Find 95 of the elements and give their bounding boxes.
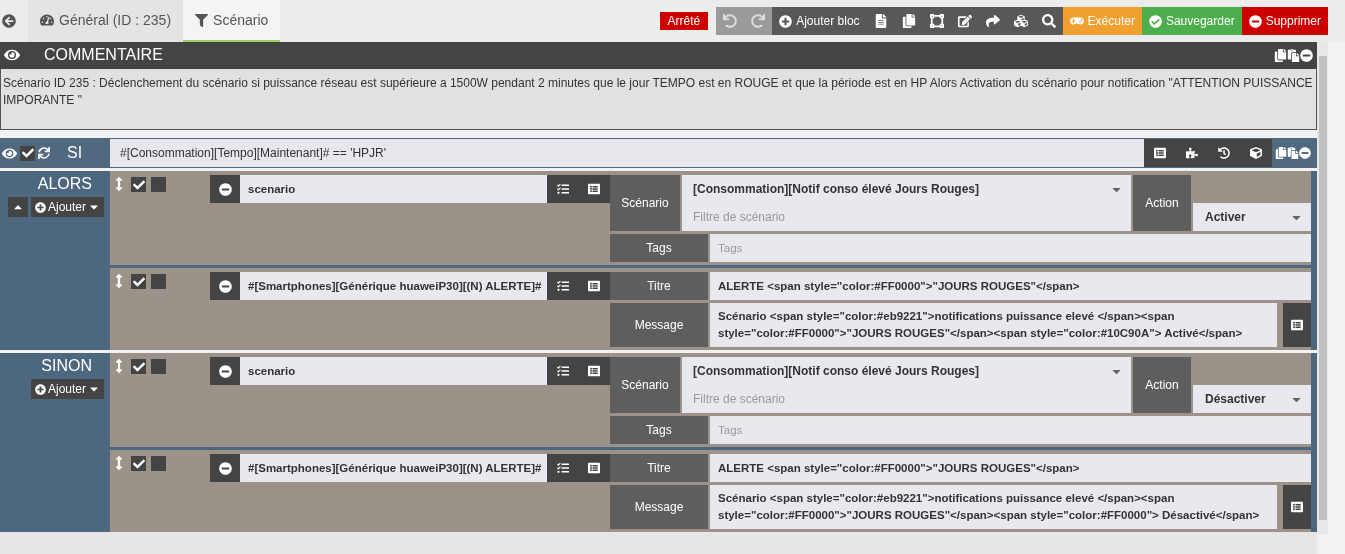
command-field[interactable]: scenario [240,357,547,386]
remove-button[interactable] [210,357,240,386]
document-icon [873,14,888,28]
checkbox[interactable] [151,274,166,290]
list-icon [1291,501,1303,514]
checkbox[interactable] [131,177,146,193]
minus-icon [1248,14,1262,28]
options-icon[interactable] [556,462,569,475]
checkbox[interactable] [20,145,35,161]
options-icon[interactable] [556,183,569,196]
condition-field[interactable]: #[Consommation][Tempo][Maintenant]# == 'HPJR' [110,139,1144,168]
add-block-button[interactable]: Ajouter bloc [772,7,867,35]
paste-icon[interactable] [1287,48,1300,62]
command-field[interactable]: #[Smartphones][Générique huaweiP30][(N) ALERTE]# [240,454,547,483]
status-badge: Arrêté [659,12,709,30]
collapse-button[interactable] [7,197,28,218]
copy-icon [901,14,916,28]
filter-icon [195,13,209,27]
title-label: Titre [610,272,708,301]
back-icon[interactable] [2,14,16,28]
remove-icon [218,461,232,475]
plus-icon [779,14,793,28]
redo-icon [751,14,766,28]
command-field[interactable]: scenario [240,175,547,204]
plus-icon [34,383,46,395]
remove-button[interactable] [210,454,240,483]
branch-label: ALORS [37,175,92,194]
redo-button[interactable] [744,7,773,35]
cube-icon[interactable] [1250,147,1262,160]
checkbox[interactable] [151,456,166,472]
tags-label: Tags [610,416,708,445]
scenario-label: Scénario [610,175,680,232]
list-icon[interactable] [588,280,601,293]
checkbox[interactable] [131,456,146,472]
comment-title: COMMENTAIRE [44,46,164,65]
comment-field[interactable]: Scénario ID 235 : Déclenchement du scénario si puissance réseau est supérieure a 1500W pendant 2 minutes que le jour TEMPO est en ROUGE et que la période est en HP Alors Activation du scénario pour notification "ATTENTION PUISSANCE IMPORANTE " [0,68,1317,131]
scrollbar[interactable] [1317,42,1328,534]
check-icon [1148,14,1162,28]
message-label: Message [610,485,708,530]
title-field[interactable]: ALERTE <span style="color:#FF0000">"JOURS ROUGES"</span> [710,272,1311,301]
command-field[interactable]: #[Smartphones][Générique huaweiP30][(N) ALERTE]# [240,272,547,301]
search-button[interactable] [1034,7,1063,35]
tab[interactable]: Général (ID : 235) [28,0,184,42]
action-label: Action [1133,175,1191,232]
message-field[interactable]: Scénario <span style="color:#eb9221">notifications puissance elevé </span><span style="color:#FF0000">"JOURS ROUGES"</span><span style="color:#FF0000"> Désactivé</span> [710,485,1277,530]
message-label: Message [610,303,708,348]
title-field[interactable]: ALERTE <span style="color:#FF0000">"JOURS ROUGES"</span> [710,454,1311,483]
gauge-icon [40,13,54,27]
title-label: Titre [610,454,708,483]
paste-icon[interactable] [1287,147,1299,160]
remove-icon[interactable] [1300,48,1313,62]
list-icon[interactable] [1154,147,1166,160]
tags-label: Tags [610,234,708,263]
remove-icon [218,279,232,293]
list-icon [1291,319,1303,332]
remove-icon[interactable] [1299,147,1311,160]
refresh-icon[interactable] [38,147,50,160]
add-button[interactable]: Ajouter [30,379,104,400]
undo-icon [723,14,738,28]
copy-icon[interactable] [1274,48,1287,62]
list-button[interactable] [1283,303,1311,348]
copy-icon[interactable] [1275,147,1287,160]
list-icon[interactable] [588,183,601,196]
share-icon [985,14,1000,28]
cubes-icon [1013,14,1028,28]
checkbox[interactable] [151,177,166,193]
scenario-select[interactable]: [Consommation][Notif conso élevé Jours Rouges] Filtre de scénario [682,175,1131,232]
scenario-select[interactable]: [Consommation][Notif conso élevé Jours Rouges] Filtre de scénario [682,357,1131,414]
checkbox[interactable] [131,359,146,375]
history-icon[interactable] [1218,147,1230,160]
list-icon[interactable] [588,365,601,378]
options-icon[interactable] [556,365,569,378]
action-label: Action [1133,357,1191,414]
checkbox[interactable] [131,274,146,290]
list-icon[interactable] [588,462,601,475]
puzzle-icon[interactable] [1186,147,1198,160]
remove-button[interactable] [210,175,240,204]
add-button[interactable]: Ajouter [30,197,104,218]
scenario-label: Scénario [610,357,680,414]
message-field[interactable]: Scénario <span style="color:#eb9221">notifications puissance elevé </span><span style="color:#FF0000">"JOURS ROUGES"</span><span style="color:#10C90A"> Activé</span> [710,303,1277,348]
plus-icon [34,201,46,213]
remove-icon [218,364,232,378]
edit-icon [957,14,972,28]
options-icon[interactable] [556,280,569,293]
action-select[interactable]: Activer [1193,203,1311,232]
branch-label: SINON [41,357,92,376]
remove-icon [218,182,232,196]
delete-button[interactable]: Supprimer [1241,7,1328,35]
checkbox[interactable] [151,359,166,375]
list-button[interactable] [1283,485,1311,530]
remove-button[interactable] [210,272,240,301]
search-icon [1041,14,1056,28]
if-label: SI [67,144,83,163]
tab[interactable]: Scénario [183,0,281,42]
action-select[interactable]: Désactiver [1193,385,1311,414]
